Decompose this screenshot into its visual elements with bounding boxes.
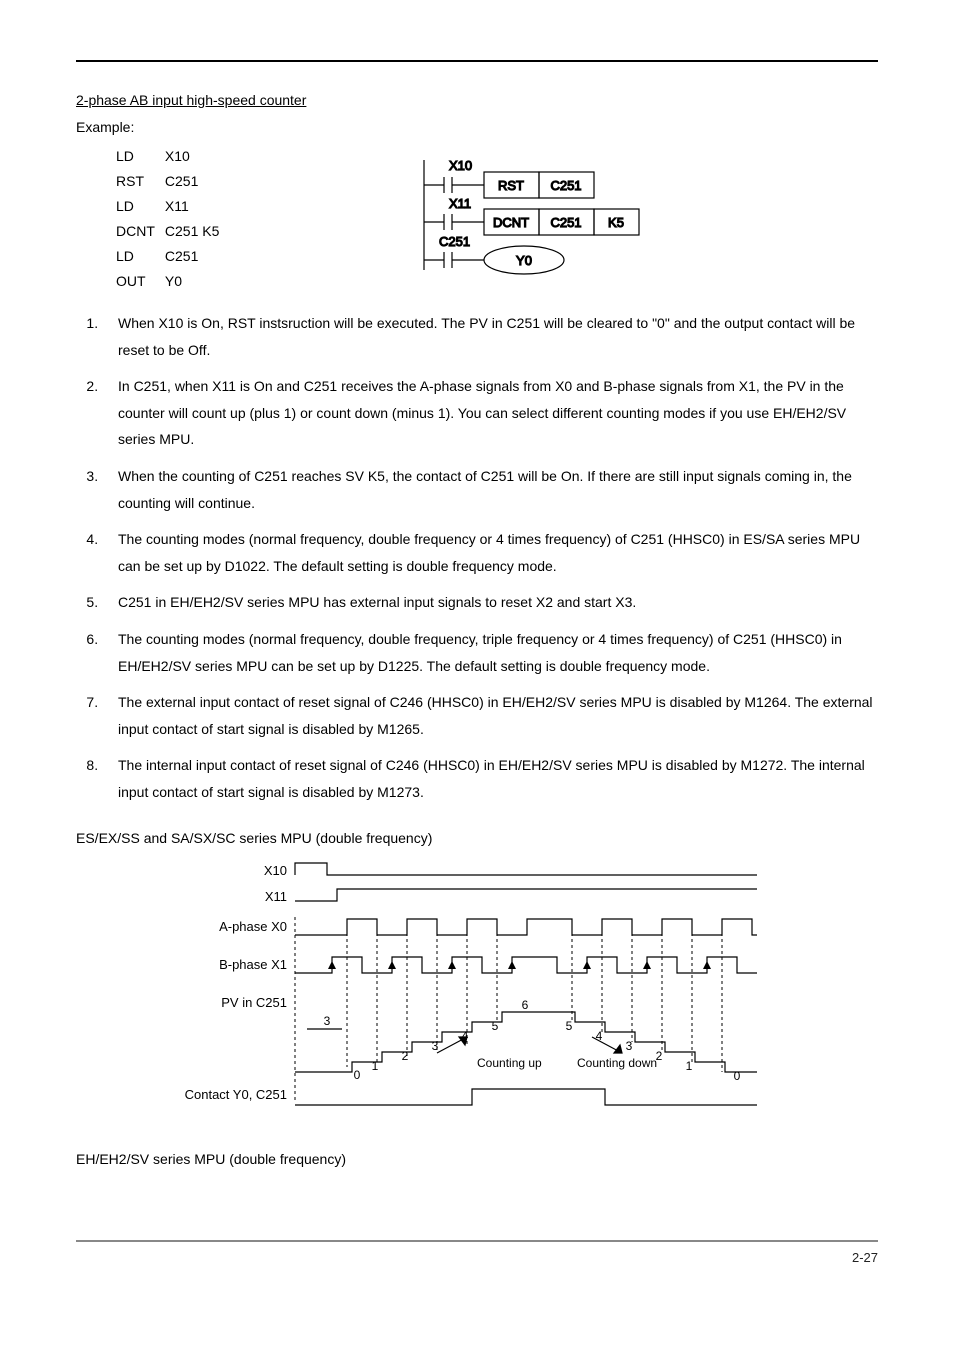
timing-label-b: B-phase X1 (219, 957, 287, 972)
code-op: LD (116, 194, 165, 219)
ladder-r3-out: Y0 (516, 253, 532, 268)
pv-dn-5: 5 (566, 1019, 573, 1033)
timing-diagram: X10 X11 A-phase X0 B-phase X1 PV in C251… (177, 857, 777, 1127)
list-item: The internal input contact of reset sign… (102, 752, 878, 805)
code-op: LD (116, 244, 165, 269)
pv-dn-0: 0 (734, 1069, 741, 1083)
timing-label-pv: PV in C251 (221, 995, 287, 1010)
ladder-r2-box1: DCNT (493, 215, 529, 230)
example-label: Example: (76, 117, 878, 138)
ladder-col: X10 RST C251 X11 DCNT C251 (269, 144, 878, 294)
section-title: 2-phase AB input high-speed counter (76, 90, 878, 111)
pv-up-6: 6 (522, 998, 529, 1012)
pv-up-1: 1 (372, 1059, 379, 1073)
pv-up-5: 5 (492, 1019, 499, 1033)
pv-dn-4: 4 (596, 1029, 603, 1043)
counting-up-label: Counting up (477, 1056, 542, 1070)
code-arg: X10 (165, 144, 229, 169)
code-arg: C251 K5 (165, 219, 229, 244)
list-item: In C251, when X11 is On and C251 receive… (102, 373, 878, 453)
timing-heading: ES/EX/SS and SA/SX/SC series MPU (double… (76, 828, 878, 849)
code-op: DCNT (116, 219, 165, 244)
pv-up-0: 0 (354, 1068, 361, 1082)
pv-up-4: 4 (462, 1029, 469, 1043)
code-op: RST (116, 169, 165, 194)
ladder-r2-contact-label: X11 (449, 196, 471, 211)
pv-dn-3: 3 (626, 1039, 633, 1053)
ladder-r2-box2: C251 (550, 215, 581, 230)
ladder-r1-contact-label: X10 (449, 158, 472, 173)
top-rule (76, 60, 878, 62)
code-ladder-row: LDX10 RSTC251 LDX11 DCNTC251 K5 LDC251 O… (76, 144, 878, 294)
ladder-r1-box1: RST (498, 178, 524, 193)
list-item: The external input contact of reset sign… (102, 689, 878, 742)
list-item: The counting modes (normal frequency, do… (102, 526, 878, 579)
pv-up-2: 2 (402, 1049, 409, 1063)
pv-up-3: 3 (324, 1014, 331, 1028)
code-arg: X11 (165, 194, 229, 219)
code-op: LD (116, 144, 165, 169)
timing-label-a: A-phase X0 (219, 919, 287, 934)
pv-dn-1: 1 (686, 1059, 693, 1073)
bottom-heading: EH/EH2/SV series MPU (double frequency) (76, 1149, 878, 1170)
code-arg: C251 (165, 169, 229, 194)
ladder-r3-contact-label: C251 (439, 234, 470, 249)
code-arg: Y0 (165, 269, 229, 294)
list-item: C251 in EH/EH2/SV series MPU has externa… (102, 589, 878, 616)
list-item: The counting modes (normal frequency, do… (102, 626, 878, 679)
code-op: OUT (116, 269, 165, 294)
timing-label-x10: X10 (264, 863, 287, 878)
numbered-list: When X10 is On, RST instsruction will be… (76, 310, 878, 806)
list-item: When the counting of C251 reaches SV K5,… (102, 463, 878, 516)
pv-up-3b: 3 (432, 1039, 439, 1053)
ladder-r1-box2: C251 (550, 178, 581, 193)
page-number: 2-27 (76, 1242, 878, 1268)
ladder-diagram: X10 RST C251 X11 DCNT C251 (419, 150, 729, 280)
code-arg: C251 (165, 244, 229, 269)
timing-diagram-wrap: X10 X11 A-phase X0 B-phase X1 PV in C251… (76, 857, 878, 1127)
timing-label-contact: Contact Y0, C251 (185, 1087, 287, 1102)
timing-label-x11: X11 (265, 889, 287, 904)
counting-down-label: Counting down (577, 1056, 657, 1070)
ladder-r2-box3: K5 (608, 215, 624, 230)
list-item: When X10 is On, RST instsruction will be… (102, 310, 878, 363)
code-listing: LDX10 RSTC251 LDX11 DCNTC251 K5 LDC251 O… (76, 144, 229, 294)
